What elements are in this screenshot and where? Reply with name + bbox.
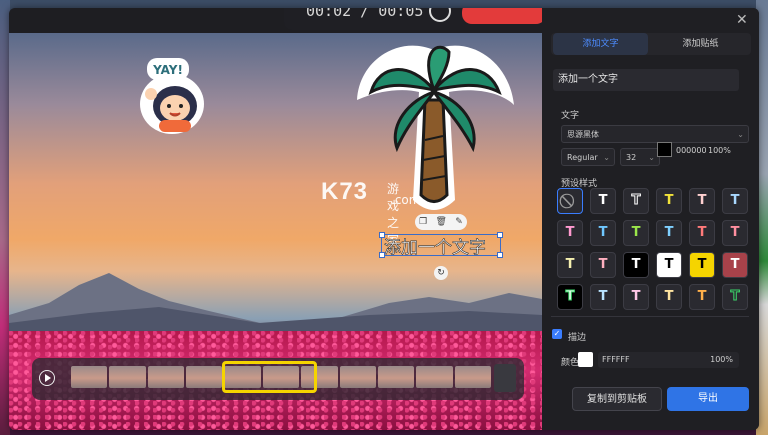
preset-style-15[interactable]: T	[656, 252, 682, 278]
panel-tabs: 添加文字 添加贴纸	[551, 33, 751, 55]
copy-to-clipboard-button[interactable]: 复制到剪贴板	[572, 387, 662, 411]
red-action-button[interactable]	[462, 8, 546, 24]
preset-style-8[interactable]: T	[623, 220, 649, 246]
stroke-color-label: 颜色	[561, 358, 580, 368]
resize-handle-bl[interactable]	[379, 252, 385, 258]
font-weight-value: Regular	[567, 153, 598, 162]
copy-icon[interactable]: ❐	[419, 217, 427, 227]
preset-none-icon[interactable]: ⃠	[557, 188, 583, 214]
chevron-down-icon: ⌄	[737, 130, 744, 139]
chevron-down-icon: ⌄	[603, 153, 610, 162]
stroke-label: 描边	[568, 333, 587, 343]
timeline-bar	[32, 358, 524, 400]
preset-style-4[interactable]: T	[689, 188, 715, 214]
mountain-silhouette	[9, 273, 542, 333]
palm-tree-sticker[interactable]	[349, 30, 519, 220]
export-button[interactable]: 导出	[667, 387, 749, 411]
text-toolbar: ❐ 🗑 ✎	[415, 214, 467, 230]
k73-watermark: K73 游戏之家 .com	[321, 178, 420, 247]
yay-text: YAY!	[152, 63, 183, 77]
close-icon[interactable]: ✕	[736, 12, 748, 28]
preset-style-9[interactable]: T	[656, 220, 682, 246]
font-family-select[interactable]: 思源黑体 ⌄	[561, 125, 749, 143]
frame-thumb	[186, 366, 223, 388]
preset-style-3[interactable]: T	[656, 188, 682, 214]
section-divider	[551, 316, 749, 317]
resize-handle-tr[interactable]	[497, 232, 503, 238]
resize-handle-tl[interactable]	[379, 232, 385, 238]
preset-style-5[interactable]: T	[722, 188, 748, 214]
time-display: 00:02 / 00:05	[306, 8, 424, 20]
rotate-icon[interactable]: ↻	[434, 266, 448, 280]
font-family-value: 思源黑体	[567, 130, 599, 139]
preset-style-17[interactable]: T	[722, 252, 748, 278]
preset-style-7[interactable]: T	[590, 220, 616, 246]
frame-thumb	[339, 366, 376, 388]
preset-style-13[interactable]: T	[590, 252, 616, 278]
record-icon[interactable]	[429, 8, 451, 22]
frame-thumb	[71, 366, 108, 388]
frame-thumb	[147, 366, 185, 388]
frame-thumb	[416, 366, 453, 388]
text-opacity[interactable]: 100%	[708, 146, 731, 155]
playback-hud: 00:02 / 00:05	[284, 8, 554, 30]
font-size-select[interactable]: 32 ⌄	[620, 148, 660, 166]
tab-add-sticker[interactable]: 添加贴纸	[653, 33, 748, 55]
yay-girl-sticker[interactable]: YAY!	[137, 56, 207, 136]
stroke-opacity: 100%	[710, 355, 733, 364]
preset-style-19[interactable]: T	[590, 284, 616, 310]
stroke-color-row[interactable]: FFFFFF 100%	[598, 352, 739, 368]
stroke-checkbox[interactable]: ✓	[552, 329, 562, 339]
delete-icon[interactable]: 🗑	[436, 217, 447, 227]
tab-add-text[interactable]: 添加文字	[553, 33, 648, 55]
chevron-down-icon: ⌄	[648, 153, 655, 162]
text-color-swatch[interactable]	[657, 142, 672, 157]
canvas-text: 添加一个文字	[384, 238, 487, 259]
preset-style-grid: ⃠TTTTTTTTTTTTTTTTTTTTTTT	[551, 186, 749, 310]
preset-style-16[interactable]: T	[689, 252, 715, 278]
preset-style-2[interactable]: T	[623, 188, 649, 214]
font-size-value: 32	[626, 153, 637, 162]
resize-handle-br[interactable]	[497, 252, 503, 258]
watermark-brand: K73	[321, 178, 369, 205]
edit-icon[interactable]: ✎	[455, 217, 463, 227]
preset-style-10[interactable]: T	[689, 220, 715, 246]
preset-style-12[interactable]: T	[557, 252, 583, 278]
canvas-text-box[interactable]: 添加一个文字	[379, 232, 503, 259]
frame-thumb	[454, 366, 491, 388]
preset-style-18[interactable]: T	[557, 284, 583, 310]
text-color-hex[interactable]: 000000	[676, 146, 707, 155]
watermark-domain: .com	[391, 193, 421, 207]
frame-thumb	[377, 366, 415, 388]
preset-style-21[interactable]: T	[656, 284, 682, 310]
preset-style-11[interactable]: T	[722, 220, 748, 246]
preset-style-6[interactable]: T	[557, 220, 583, 246]
stroke-color-swatch[interactable]	[578, 352, 593, 367]
font-weight-select[interactable]: Regular ⌄	[561, 148, 615, 166]
trim-selection-handle[interactable]	[222, 361, 317, 393]
preset-style-1[interactable]: T	[590, 188, 616, 214]
stroke-color-hex: FFFFFF	[602, 355, 630, 364]
text-content-input[interactable]: 添加一个文字	[553, 69, 739, 91]
preset-style-22[interactable]: T	[689, 284, 715, 310]
text-section-label: 文字	[561, 111, 580, 121]
preset-style-23[interactable]: T	[722, 284, 748, 310]
preset-style-20[interactable]: T	[623, 284, 649, 310]
preset-style-14[interactable]: T	[623, 252, 649, 278]
frame-thumb	[109, 366, 146, 388]
timeline-end-thumbnail	[494, 364, 516, 392]
play-icon[interactable]	[39, 370, 55, 386]
